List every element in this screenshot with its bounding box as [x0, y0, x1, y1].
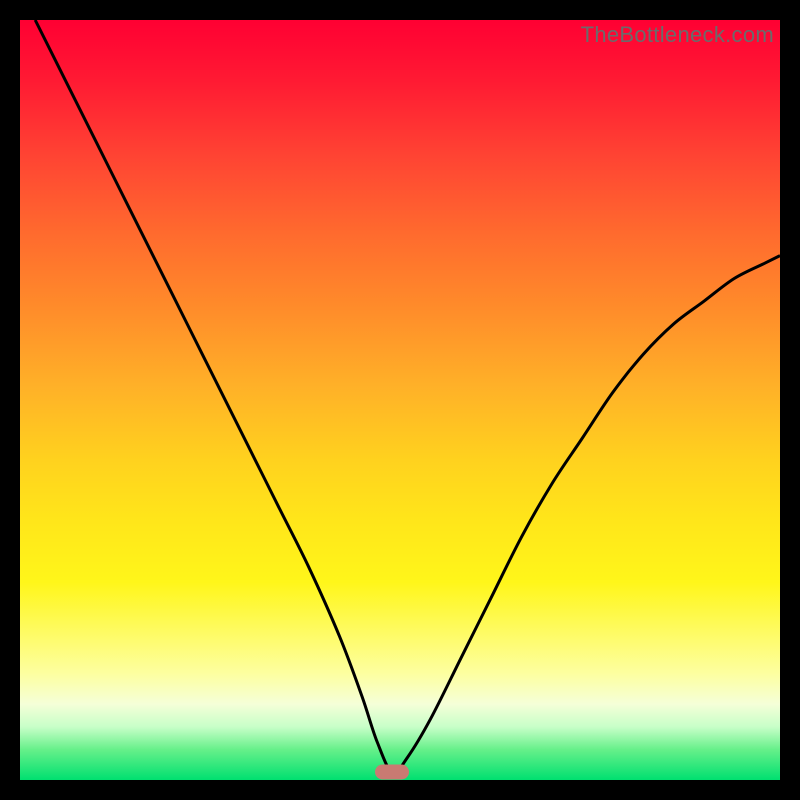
curve-path: [35, 20, 780, 773]
plot-area: TheBottleneck.com: [20, 20, 780, 780]
chart-frame: TheBottleneck.com: [0, 0, 800, 800]
bottleneck-curve: [20, 20, 780, 780]
minimum-marker: [375, 765, 409, 780]
